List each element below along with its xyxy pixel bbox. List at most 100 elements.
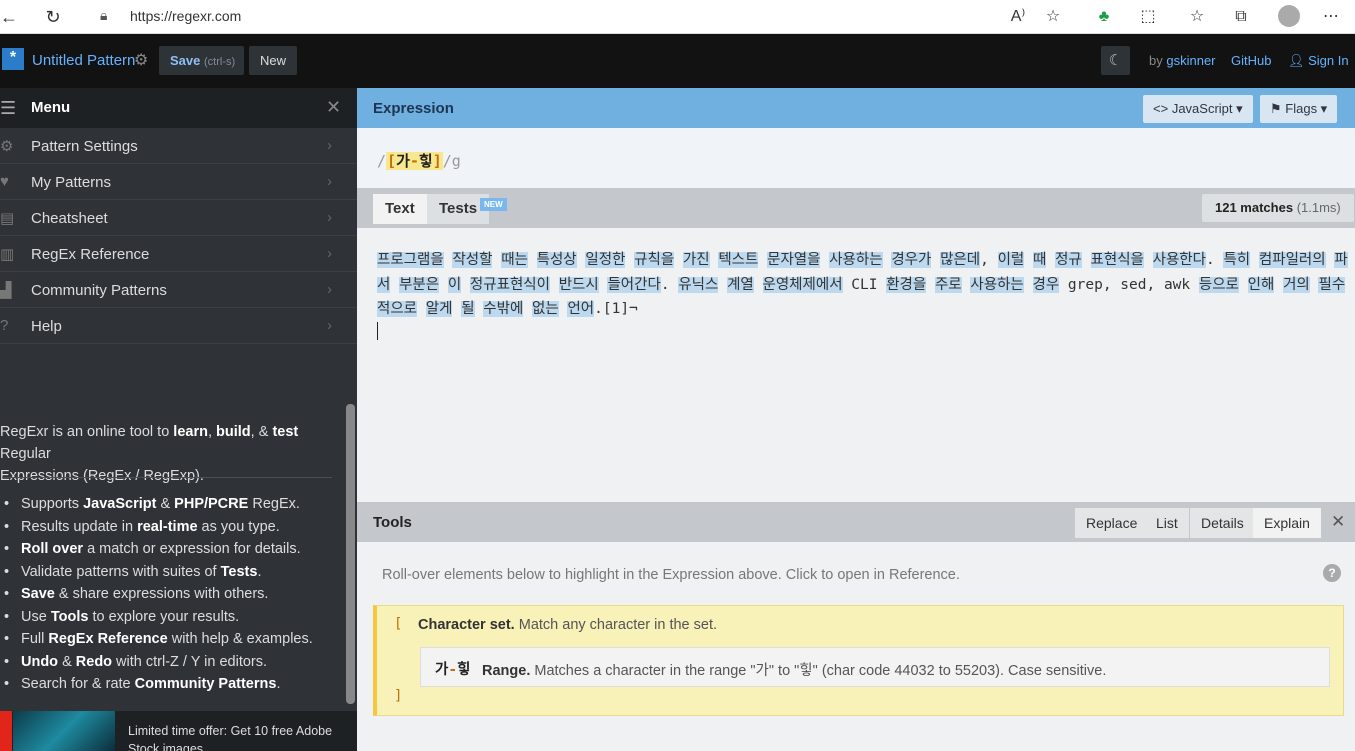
match-highlight[interactable]: 작성할: [452, 252, 493, 268]
address-bar[interactable]: 🔒︎ https://regexr.com: [92, 3, 1072, 31]
match-highlight[interactable]: 때: [1033, 252, 1047, 268]
tab-replace[interactable]: Replace: [1075, 508, 1150, 538]
ad-text: Limited time offer: Get 10 free Adobe St…: [128, 724, 333, 751]
new-button[interactable]: New: [249, 46, 297, 75]
explain-char-set[interactable]: [ Character set. Match any character in …: [373, 605, 1344, 716]
tab-text[interactable]: Text: [373, 194, 427, 224]
explain-range[interactable]: 가-힣 Range. Matches a character in the ra…: [420, 647, 1330, 687]
match-highlight[interactable]: 인해: [1247, 276, 1275, 293]
match-highlight[interactable]: 등으로: [1198, 276, 1239, 293]
match-highlight[interactable]: 컴파일러의: [1258, 252, 1326, 268]
sample-text[interactable]: 프로그램을 작성할 때는 특성상 일정한 규칙을 가진 텍스트 문자열을 사용하…: [377, 248, 1352, 322]
char-set-token[interactable]: [가-힣]: [386, 152, 443, 170]
match-highlight[interactable]: 운영체제에서: [762, 276, 843, 293]
match-highlight[interactable]: 때는: [501, 252, 528, 268]
github-link[interactable]: GitHub: [1231, 53, 1271, 68]
sidebar-item-pattern-settings[interactable]: ⚙ Pattern Settings ›: [0, 128, 357, 164]
tab-list[interactable]: List: [1145, 508, 1190, 538]
match-highlight[interactable]: 정규: [1055, 252, 1082, 268]
gear-icon[interactable]: ⚙: [134, 50, 148, 70]
pattern-title[interactable]: Untitled Pattern: [32, 52, 135, 69]
sidebar-item-label: Cheatsheet: [31, 210, 108, 227]
match-highlight[interactable]: 유닉스: [678, 276, 719, 293]
match-highlight[interactable]: 사용한다: [1152, 252, 1206, 268]
tab-explain[interactable]: Explain: [1253, 508, 1322, 538]
regexr-logo-icon[interactable]: *: [2, 48, 24, 70]
match-highlight[interactable]: 부분은: [399, 276, 440, 293]
lock-icon[interactable]: 🔒︎: [100, 7, 107, 24]
close-icon[interactable]: ✕: [1331, 512, 1345, 532]
expression-editor[interactable]: /[가-힣]/g: [357, 128, 1355, 188]
match-highlight[interactable]: 언어: [567, 301, 595, 317]
extensions-icon[interactable]: ⬚: [1135, 4, 1161, 30]
author-link[interactable]: gskinner: [1166, 53, 1215, 68]
match-highlight[interactable]: 주로: [934, 276, 962, 293]
match-highlight[interactable]: 경우: [1032, 276, 1060, 293]
close-icon[interactable]: ✕: [326, 97, 341, 118]
match-highlight[interactable]: 이: [447, 276, 462, 293]
ad-image: [13, 711, 115, 751]
match-highlight[interactable]: 특성상: [536, 252, 577, 268]
back-icon[interactable]: ←: [0, 4, 22, 30]
match-highlight[interactable]: 없는: [532, 301, 559, 317]
adobe-ad[interactable]: Limited time offer: Get 10 free Adobe St…: [0, 711, 357, 751]
flags-dropdown[interactable]: ⚑ Flags ▾: [1260, 95, 1338, 123]
refresh-icon[interactable]: ↻: [40, 4, 66, 30]
more-icon[interactable]: ⋯: [1318, 4, 1344, 30]
match-highlight[interactable]: 일정한: [585, 252, 626, 268]
match-highlight[interactable]: 경우가: [891, 252, 932, 268]
match-highlight[interactable]: 표현식을: [1090, 252, 1144, 268]
match-highlight[interactable]: 사용하는: [970, 276, 1024, 293]
read-aloud-icon[interactable]: A⁾: [1005, 4, 1031, 30]
theme-toggle-icon[interactable]: ☾: [1101, 46, 1130, 75]
text-editor[interactable]: 프로그램을 작성할 때는 특성상 일정한 규칙을 가진 텍스트 문자열을 사용하…: [357, 228, 1355, 502]
extension-green-icon[interactable]: ♣: [1091, 4, 1117, 30]
favorite-add-icon[interactable]: ☆: [1040, 4, 1066, 30]
list-item: Results update in real-time as you type.: [0, 516, 345, 539]
collections-icon[interactable]: ⧉: [1228, 4, 1254, 30]
match-highlight[interactable]: 정규표현식이: [469, 276, 550, 293]
match-highlight[interactable]: 이럴: [997, 252, 1025, 268]
desc-text: Regular: [0, 446, 51, 462]
signin-label: Sign In: [1308, 53, 1349, 68]
match-highlight[interactable]: 들어간다: [607, 276, 661, 293]
url-text[interactable]: https://regexr.com: [130, 8, 241, 24]
match-highlight[interactable]: 환경을: [886, 276, 927, 293]
match-highlight[interactable]: 가진: [682, 252, 710, 268]
match-highlight[interactable]: 문자열을: [767, 252, 821, 268]
match-highlight[interactable]: 규칙을: [634, 252, 675, 268]
match-highlight[interactable]: 알게: [425, 301, 453, 317]
save-button[interactable]: Save (ctrl-s): [159, 46, 244, 75]
favorites-icon[interactable]: ☆: [1184, 4, 1210, 30]
expression-header: Expression <> JavaScript ▾ ⚑ Flags ▾: [357, 88, 1355, 128]
match-highlight[interactable]: 거의: [1283, 276, 1310, 293]
menu-icon[interactable]: ☰: [0, 98, 16, 119]
sidebar-item-my-patterns[interactable]: ♥ My Patterns ›: [0, 164, 357, 200]
browser-toolbar: ← ↻ 🔒︎ https://regexr.com A⁾ ☆ ♣ ⬚ ☆ ⧉ ⋯: [0, 0, 1355, 34]
match-highlight[interactable]: 될: [461, 301, 475, 317]
match-highlight[interactable]: 반드시: [558, 276, 599, 293]
match-highlight[interactable]: 특히: [1223, 252, 1251, 268]
match-highlight[interactable]: 수밖에: [483, 301, 524, 317]
sidebar-item-community-patterns[interactable]: ▟ Community Patterns ›: [0, 272, 357, 308]
close-delimiter-flags: /g: [442, 152, 461, 170]
range-desc: Matches a character in the range "가" to …: [530, 663, 1107, 679]
signin-link[interactable]: 👤︎ Sign In: [1288, 53, 1349, 69]
sidebar-scrollbar[interactable]: [346, 404, 355, 704]
chevron-right-icon: ›: [327, 137, 332, 154]
tools-title: Tools: [373, 514, 412, 531]
match-highlight[interactable]: 사용하는: [829, 252, 883, 268]
profile-icon[interactable]: [1278, 5, 1300, 27]
tab-details[interactable]: Details: [1190, 508, 1256, 538]
match-highlight[interactable]: 많은데: [940, 252, 981, 268]
help-icon[interactable]: ?: [1323, 564, 1341, 582]
match-highlight[interactable]: 텍스트: [718, 252, 759, 268]
set-open-token: [: [394, 616, 403, 632]
sidebar-item-regex-reference[interactable]: ▥ RegEx Reference ›: [0, 236, 357, 272]
sidebar-item-help[interactable]: ? Help ›: [0, 308, 357, 344]
match-highlight[interactable]: 프로그램을: [377, 252, 444, 268]
expression-text[interactable]: /[가-힣]/g: [377, 150, 461, 171]
flavor-dropdown[interactable]: <> JavaScript ▾: [1143, 95, 1253, 123]
sidebar-item-cheatsheet[interactable]: ▤ Cheatsheet ›: [0, 200, 357, 236]
match-highlight[interactable]: 계열: [727, 276, 754, 293]
